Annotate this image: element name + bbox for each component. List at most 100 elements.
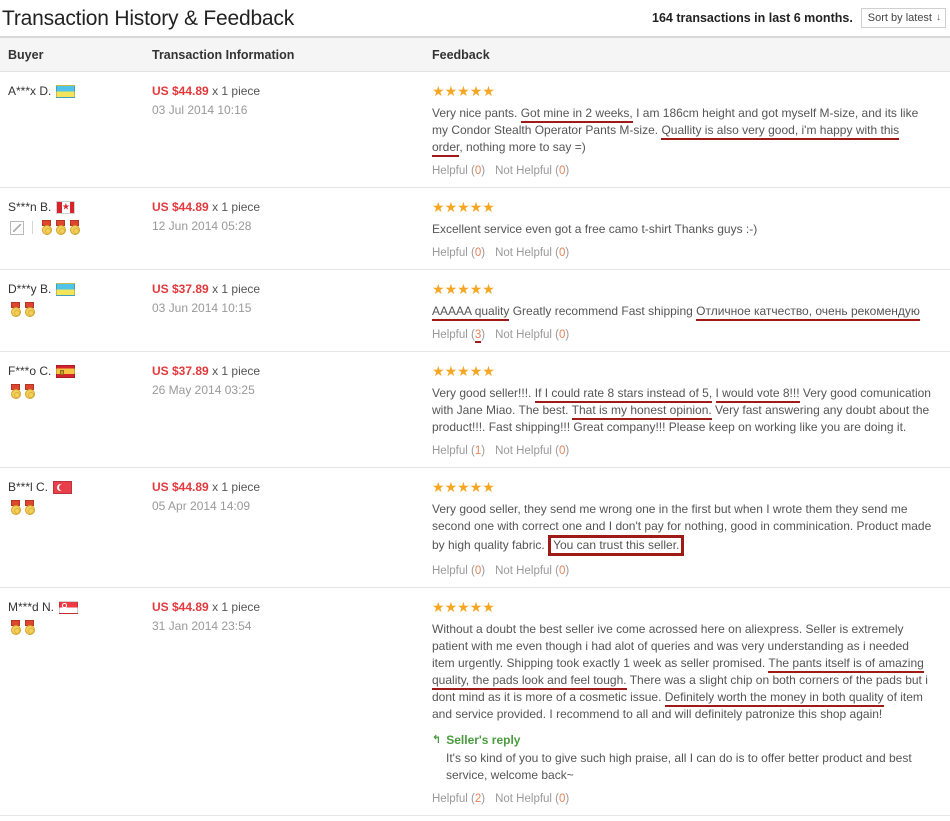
buyer-identity: A***x D.: [8, 84, 152, 98]
transaction-quantity: x 1 piece: [212, 480, 261, 494]
column-header-buyer: Buyer: [8, 47, 44, 62]
buyer-cell: M***d N.: [0, 600, 152, 635]
helpful-count: 2: [474, 793, 482, 805]
not-helpful-count: 0: [559, 329, 566, 341]
not-helpful-button[interactable]: Not Helpful (0): [495, 329, 569, 341]
annotation-underline: Got mine in 2 weeks,: [520, 106, 633, 123]
helpful-button[interactable]: Helpful (0): [432, 565, 485, 577]
seller-reply: ↰ Seller's reply It's so kind of you to gi…: [432, 733, 950, 784]
buyer-name[interactable]: S***n B.: [8, 200, 51, 214]
star-icon-filled: ★: [432, 199, 445, 215]
star-icon-filled: ★: [444, 363, 458, 379]
transaction-date: 31 Jan 2014 23:54: [152, 619, 252, 633]
helpful-label: Helpful: [432, 247, 468, 259]
feedback-cell: ★★★★★ Excellent service even got a free c…: [432, 200, 950, 259]
flag-icon-canada: ★: [56, 200, 76, 214]
helpful-actions: Helpful (0) Not Helpful (0): [432, 565, 950, 577]
sort-by-dropdown[interactable]: Sort by latest ↓: [860, 8, 946, 28]
reply-arrow-icon: ↰: [432, 733, 442, 746]
helpful-button[interactable]: Helpful (3): [432, 329, 485, 343]
helpful-count: 1: [474, 445, 482, 457]
not-helpful-label: Not Helpful: [495, 445, 552, 457]
feedback-text-segment: Excellent service even got a free camo t…: [432, 222, 758, 236]
not-helpful-count: 0: [559, 445, 566, 457]
not-helpful-button[interactable]: Not Helpful (0): [495, 793, 569, 805]
not-helpful-count: 0: [559, 165, 566, 177]
not-helpful-button[interactable]: Not Helpful (0): [495, 445, 569, 457]
buyer-name[interactable]: F***o C.: [8, 364, 51, 378]
buyer-name[interactable]: A***x D.: [8, 84, 51, 98]
feedback-text-segment: , nothing more to say =): [459, 140, 586, 154]
helpful-actions: Helpful (3) Not Helpful (0): [432, 329, 950, 343]
photo-icon[interactable]: [10, 220, 24, 235]
buyer-identity: D***y B.: [8, 282, 152, 296]
not-helpful-button[interactable]: Not Helpful (0): [495, 565, 569, 577]
star-icon-filled: ★: [469, 199, 483, 215]
star-icon-filled: ★: [469, 281, 483, 297]
helpful-label: Helpful: [432, 565, 468, 577]
transaction-date: 26 May 2014 03:25: [152, 383, 255, 397]
sort-by-label: Sort by latest: [867, 12, 932, 24]
star-icon-filled: ★: [457, 199, 470, 215]
buyer-identity: B***l C.: [8, 480, 152, 494]
medal-icon: [10, 500, 21, 515]
star-icon-filled: ★: [457, 83, 470, 99]
star-icon-filled: ★: [457, 599, 470, 615]
star-icon-filled: ★: [432, 479, 445, 495]
medal-icon: [24, 302, 35, 317]
star-icon-filled: ★: [444, 479, 458, 495]
helpful-count: 0: [474, 165, 482, 177]
transaction-price: US $44.89: [152, 200, 209, 214]
helpful-actions: Helpful (0) Not Helpful (0): [432, 165, 950, 177]
star-icon-filled: ★: [469, 599, 483, 615]
transaction-price-line: US $44.89 x 1 piece: [152, 84, 432, 98]
transaction-cell: US $44.89 x 1 piece 12 Jun 2014 05:28: [152, 200, 432, 233]
transaction-price-line: US $37.89 x 1 piece: [152, 282, 432, 296]
buyer-badges: [8, 500, 152, 515]
medal-icon: [10, 302, 21, 317]
not-helpful-count: 0: [559, 793, 566, 805]
transaction-cell: US $37.89 x 1 piece 26 May 2014 03:25: [152, 364, 432, 397]
helpful-actions: Helpful (2) Not Helpful (0): [432, 793, 950, 805]
helpful-count: 3: [474, 329, 482, 343]
buyer-identity: S***n B. ★: [8, 200, 152, 214]
helpful-button[interactable]: Helpful (2): [432, 793, 485, 805]
buyer-name[interactable]: D***y B.: [8, 282, 51, 296]
star-rating: ★★★★★: [432, 84, 950, 98]
transaction-quantity: x 1 piece: [212, 84, 261, 98]
table-row: A***x D. US $44.89 x 1 piece 03 Jul 2014 1…: [0, 72, 950, 188]
transaction-date: 03 Jun 2014 10:15: [152, 301, 252, 315]
buyer-name[interactable]: B***l C.: [8, 480, 48, 494]
not-helpful-count: 0: [559, 247, 566, 259]
star-icon-filled: ★: [482, 83, 495, 99]
medal-icon: [55, 220, 66, 235]
crescent-icon: [62, 603, 67, 608]
flag-icon-singapore: [59, 600, 79, 614]
helpful-button[interactable]: Helpful (0): [432, 247, 485, 259]
helpful-label: Helpful: [432, 793, 468, 805]
seller-reply-text: It's so kind of you to give such high pr…: [446, 751, 912, 782]
transaction-price: US $37.89: [152, 282, 209, 296]
not-helpful-button[interactable]: Not Helpful (0): [495, 247, 569, 259]
medal-icon: [41, 220, 52, 235]
annotation-underline: If I could rate 8 stars instead of 5,: [534, 386, 713, 403]
helpful-count: 0: [474, 565, 482, 577]
star-icon-filled: ★: [482, 363, 495, 379]
crest-icon: [60, 369, 65, 375]
helpful-button[interactable]: Helpful (1): [432, 445, 485, 457]
star-icon-filled: ★: [482, 599, 495, 615]
flag-icon-turkey: [53, 480, 73, 494]
not-helpful-label: Not Helpful: [495, 793, 552, 805]
buyer-identity: M***d N.: [8, 600, 152, 614]
not-helpful-button[interactable]: Not Helpful (0): [495, 165, 569, 177]
feedback-cell: ★★★★★ Without a doubt the best seller ive…: [432, 600, 950, 805]
feedback-cell: ★★★★★ Very good seller!!!. If I could rat…: [432, 364, 950, 457]
transaction-quantity: x 1 piece: [212, 200, 261, 214]
buyer-name[interactable]: M***d N.: [8, 600, 54, 614]
buyer-cell: F***o C.: [0, 364, 152, 399]
helpful-label: Helpful: [432, 165, 468, 177]
divider: [32, 221, 33, 234]
helpful-label: Helpful: [432, 329, 468, 341]
helpful-button[interactable]: Helpful (0): [432, 165, 485, 177]
page-title: Transaction History & Feedback: [2, 6, 295, 30]
